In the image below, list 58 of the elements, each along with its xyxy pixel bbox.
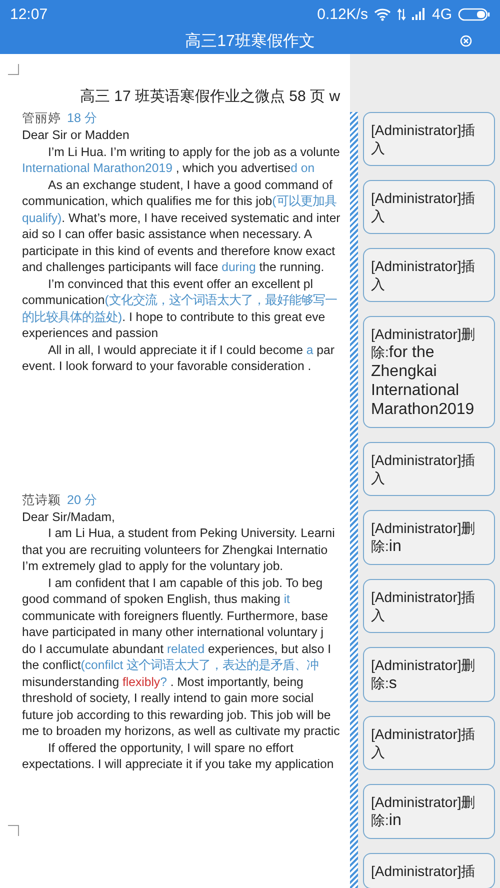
essay-text-line: 的比较具体的益处). I hope to contribute to this great eve — [22, 308, 326, 325]
essay-text-line: I’m extremely glad to apply for the voluntary job. — [22, 558, 284, 574]
score-label: 20 分 — [67, 492, 98, 508]
essay-text-line: do I accumulate abundant related experiences, but also I — [22, 640, 332, 657]
essay-text-line: participate in this kind of events and therefore know exact — [22, 242, 336, 259]
comment-card[interactable]: [Administrator]插入 — [363, 716, 495, 770]
essay-text-line: and challenges participants will face during the running. — [22, 259, 324, 276]
status-time: 12:07 — [10, 6, 48, 22]
data-arrows-icon — [396, 8, 406, 20]
comment-card[interactable]: [Administrator]删除:for the Zhengkai International Marathon2019 — [363, 316, 495, 428]
essay-text-line: Dear Sir/Madam, — [22, 508, 115, 525]
crop-mark-icon — [8, 824, 19, 836]
essay-text-line: All in all, I would appreciate it if I could become a par — [47, 342, 334, 358]
document-title: 高三 17 班英语寒假作业之微点 58 页 w — [80, 87, 340, 106]
comment-card[interactable]: [Administrator]删除:in — [363, 784, 495, 839]
battery-icon — [458, 8, 490, 20]
comment-card[interactable]: [Administrator]插入 — [363, 112, 495, 166]
essay-text-line: communication, which qualifies me for this job(可以更加具 — [22, 193, 336, 210]
essay-text-line: I am confident that I am capable of this job. To beg — [47, 574, 323, 591]
crop-mark-icon — [8, 64, 19, 75]
essay-text-line: me to broaden my horizons, as well as cultivate my practic — [22, 723, 340, 740]
essay-text-line: have participated in many other international voluntary j — [22, 624, 324, 640]
comment-card[interactable]: [Administrator]插入 — [363, 579, 495, 633]
essay-text-line: I’m convinced that this event offer an excellent pl — [47, 276, 313, 292]
author-name: 范诗颖 — [22, 492, 61, 508]
essay-text-line: the conflict(confilct 这个词语太大了，表达的是矛盾、冲 — [22, 657, 319, 674]
essay-text-line: experiences and passion — [22, 325, 158, 342]
essay-text-line: threshold of society, I really intend to gain more social — [22, 690, 314, 706]
comment-card[interactable]: [Administrator]插入 — [363, 180, 495, 234]
wifi-icon — [374, 8, 391, 20]
author-name: 管丽婷 — [22, 110, 61, 127]
essay-text-line: Dear Sir or Madden — [22, 127, 130, 144]
essay-text-line: International Marathon2019 , which you advertised on — [22, 160, 315, 176]
essay-text-line: future job according to this rewarding job. This job will be — [22, 706, 331, 723]
essay-text-line: communicate with foreigners fluently. Furthermore, base — [22, 608, 328, 624]
essay-text-line: misunderstanding flexibly? . Most importantly, being — [22, 674, 304, 690]
signal-icon — [412, 8, 426, 20]
comment-card[interactable]: [Administrator]删除:s — [363, 647, 495, 702]
comment-card[interactable]: [Administrator]插 — [363, 853, 495, 888]
app-title: 高三17班寒假作文 — [185, 32, 315, 52]
essay-text-line: aid so I can offer basic assistance when necessary. A — [22, 226, 312, 242]
essay-text-line: good command of spoken English, thus making it — [22, 591, 290, 608]
essay-text-line: communication(文化交流，这个词语太大了，最好能够写一 — [22, 292, 337, 308]
network-speed: 0.12K/s — [317, 6, 368, 22]
comment-card[interactable]: [Administrator]插入 — [363, 248, 495, 302]
essay-text-line: expectations. I will appreciate it if you take my application — [22, 756, 334, 772]
essay-text-line: I’m Li Hua. I’m writing to apply for the job as a volunte — [47, 144, 340, 160]
essay-text-line: If offered the opportunity, I will spare no effort — [47, 740, 294, 756]
comment-card[interactable]: [Administrator]删除:in — [363, 510, 495, 565]
close-circle-icon[interactable] — [460, 35, 472, 47]
essay-text-line: qualify). What’s more, I have received systematic and inter — [22, 210, 340, 226]
essay-text-line: that you are recruiting volunteers for Zhengkai Internatio — [22, 542, 328, 558]
essay-text-line: As an exchange student, I have a good command of — [47, 176, 332, 193]
score-label: 18 分 — [67, 110, 98, 127]
essay-text-line: event. I look forward to your favorable consideration . — [22, 358, 312, 374]
essay-text-line: I am Li Hua, a student from Peking University. Learni — [47, 525, 335, 542]
network-type: 4G — [432, 6, 452, 22]
comment-card[interactable]: [Administrator]插入 — [363, 442, 495, 496]
